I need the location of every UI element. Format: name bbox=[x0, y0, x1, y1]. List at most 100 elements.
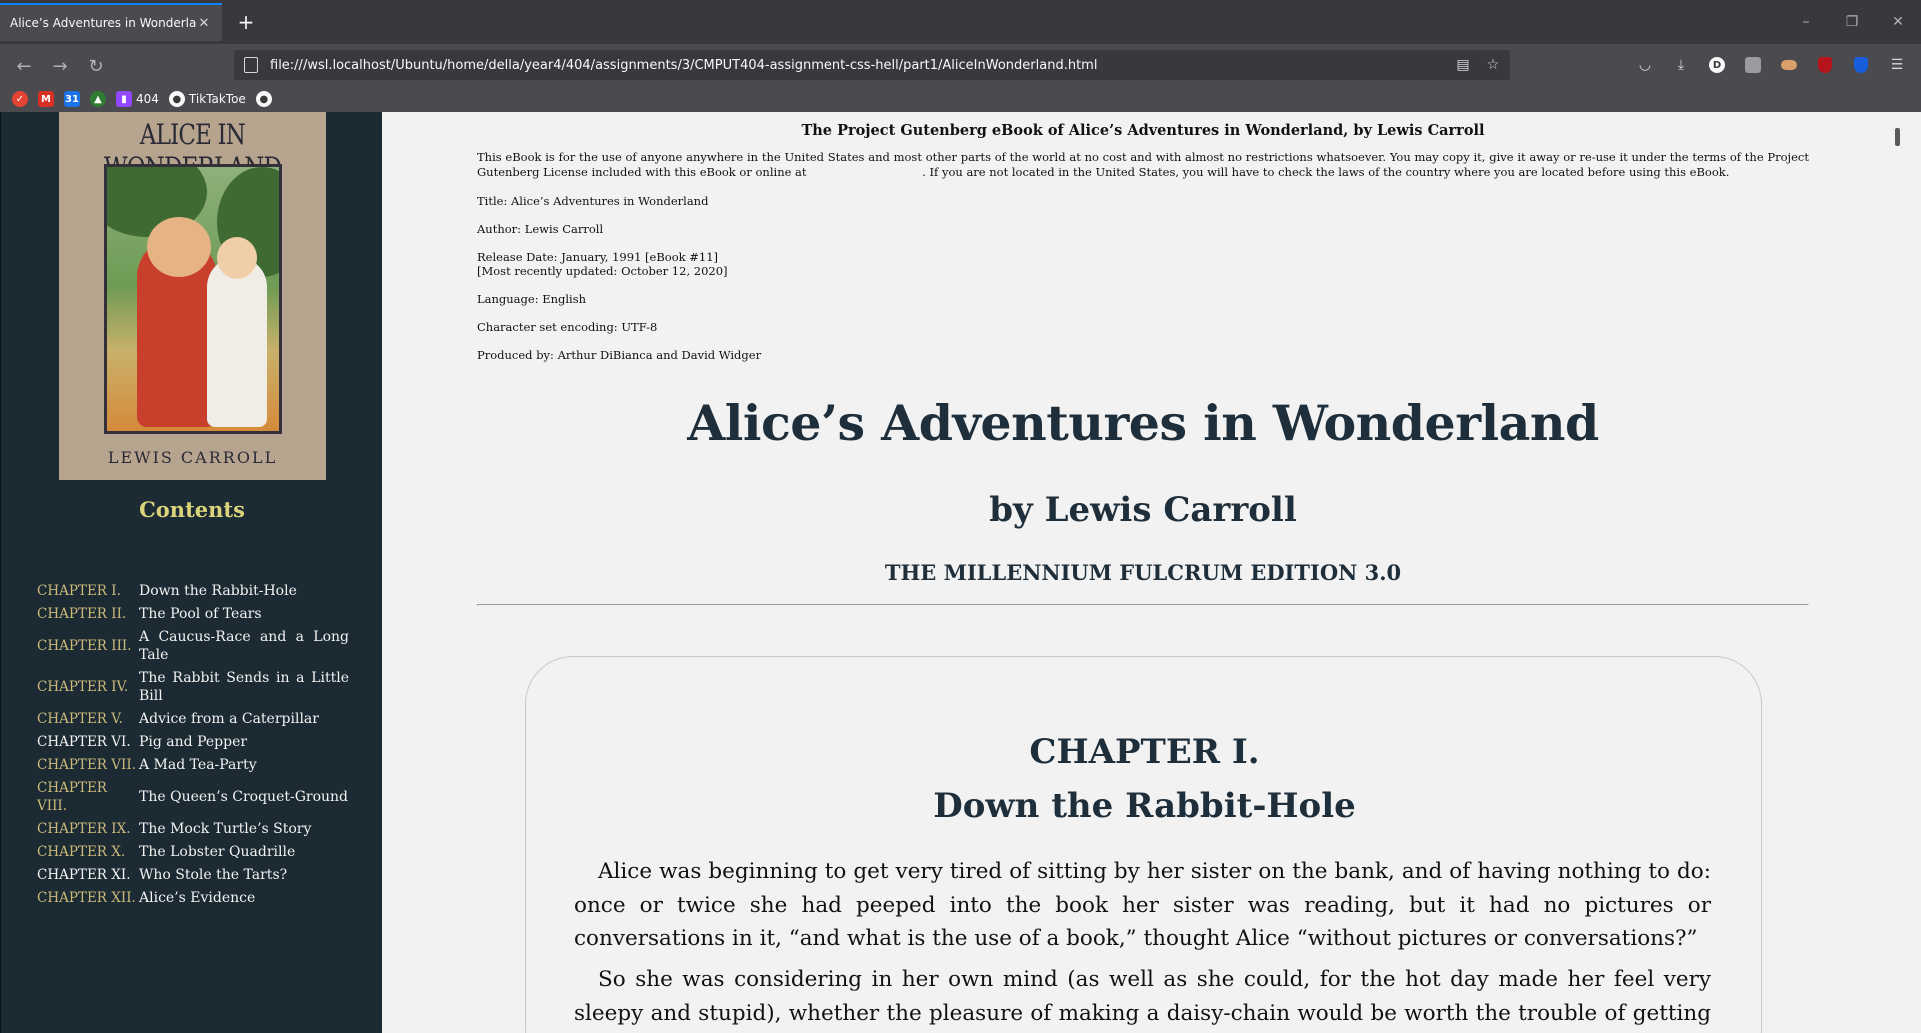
active-tab[interactable]: Alice’s Adventures in Wonderland ✕ bbox=[0, 3, 222, 41]
account-avatar-icon[interactable]: D bbox=[1704, 52, 1730, 78]
author-line: Author: Lewis Carroll bbox=[477, 222, 604, 236]
bookmark-label: 404 bbox=[136, 92, 159, 106]
divider bbox=[477, 604, 1809, 606]
tab-close-icon[interactable]: ✕ bbox=[196, 15, 212, 31]
toc-chapter-number[interactable]: CHAPTER XII. bbox=[37, 889, 139, 907]
bookmarks-toolbar: ✓ M 31 ▲ ▮ 404 ● TikTakToe ● bbox=[0, 86, 1921, 112]
address-bar[interactable]: file:///wsl.localhost/Ubuntu/home/della/… bbox=[234, 50, 1510, 80]
bookmark-gmail[interactable]: M bbox=[38, 89, 54, 109]
graduation-cap-icon: ▲ bbox=[90, 91, 106, 107]
ublock-origin-icon[interactable] bbox=[1812, 52, 1838, 78]
toc-chapter-name[interactable]: The Mock Turtle’s Story bbox=[139, 820, 349, 838]
forward-arrow-icon: → bbox=[52, 55, 68, 77]
toc-item[interactable]: CHAPTER XII. Alice’s Evidence bbox=[37, 889, 349, 907]
chapter-section: CHAPTER I. Down the Rabbit-Hole Alice wa… bbox=[525, 656, 1762, 1033]
tab-strip: Alice’s Adventures in Wonderland ✕ + – ❐… bbox=[0, 0, 1921, 44]
toc-chapter-name[interactable]: A Caucus-Race and a Long Tale bbox=[139, 628, 349, 664]
toc-item[interactable]: CHAPTER IV. The Rabbit Sends in a Little … bbox=[37, 669, 349, 705]
toc-item[interactable]: CHAPTER VI. Pig and Pepper bbox=[37, 733, 349, 751]
navigation-toolbar: ← → ↻ file:///wsl.localhost/Ubuntu/home/… bbox=[0, 44, 1921, 86]
reload-button[interactable]: ↻ bbox=[82, 52, 110, 80]
toc-chapter-name[interactable]: Advice from a Caterpillar bbox=[139, 710, 349, 728]
back-button[interactable]: ← bbox=[10, 52, 38, 80]
twitch-icon: ▮ bbox=[116, 91, 132, 107]
book-cover-image: ALICE IN WONDERLAND LEWIS CARROLL bbox=[59, 112, 326, 480]
toc-chapter-number[interactable]: CHAPTER VIII. bbox=[37, 779, 139, 815]
reader-view-icon[interactable]: ▤ bbox=[1450, 53, 1476, 77]
toc-chapter-name[interactable]: A Mad Tea-Party bbox=[139, 756, 349, 774]
bookmark-tiktaktoe[interactable]: ● TikTakToe bbox=[168, 89, 246, 109]
todoist-icon: ✓ bbox=[12, 91, 28, 107]
title-line: Title: Alice’s Adventures in Wonderland bbox=[477, 194, 709, 208]
pocket-icon[interactable]: ◡ bbox=[1632, 52, 1658, 78]
bookmark-calendar[interactable]: 31 bbox=[64, 89, 80, 109]
toc-chapter-number[interactable]: CHAPTER IV. bbox=[37, 678, 139, 696]
updated-line: [Most recently updated: October 12, 2020… bbox=[477, 264, 728, 278]
toc-chapter-number[interactable]: CHAPTER XI. bbox=[37, 866, 139, 884]
edition-heading: THE MILLENNIUM FULCRUM EDITION 3.0 bbox=[884, 560, 1402, 585]
toc-chapter-name[interactable]: The Rabbit Sends in a Little Bill bbox=[139, 669, 349, 705]
menu-hamburger-icon[interactable]: ☰ bbox=[1884, 52, 1910, 78]
close-window-button[interactable]: ✕ bbox=[1880, 8, 1916, 36]
toc-chapter-number[interactable]: CHAPTER VII. bbox=[37, 756, 139, 774]
reload-icon: ↻ bbox=[88, 55, 104, 77]
toc-chapter-name[interactable]: Who Stole the Tarts? bbox=[139, 866, 349, 884]
cover-illustration bbox=[104, 164, 282, 434]
forward-button[interactable]: → bbox=[46, 52, 74, 80]
gmail-icon: M bbox=[38, 91, 54, 107]
chapter-number: CHAPTER I. bbox=[1029, 732, 1260, 772]
toc-chapter-number[interactable]: CHAPTER II. bbox=[37, 605, 139, 623]
restore-button[interactable]: ❐ bbox=[1834, 8, 1870, 36]
sidebar: ALICE IN WONDERLAND LEWIS CARROLL Conten… bbox=[0, 112, 382, 1033]
minimize-button[interactable]: – bbox=[1788, 8, 1824, 36]
bitwarden-icon[interactable] bbox=[1848, 52, 1874, 78]
bookmark-404[interactable]: ▮ 404 bbox=[116, 89, 159, 109]
toc-chapter-name[interactable]: Pig and Pepper bbox=[139, 733, 349, 751]
toc-item[interactable]: CHAPTER II. The Pool of Tears bbox=[37, 605, 349, 623]
toc-chapter-number[interactable]: CHAPTER IX. bbox=[37, 820, 139, 838]
chapter-title: Down the Rabbit-Hole bbox=[933, 786, 1356, 826]
table-of-contents: CHAPTER I. Down the Rabbit-Hole CHAPTER II… bbox=[37, 582, 349, 912]
toc-chapter-number[interactable]: CHAPTER III. bbox=[37, 637, 139, 655]
toc-chapter-name[interactable]: The Pool of Tears bbox=[139, 605, 349, 623]
cover-author: LEWIS CARROLL bbox=[107, 448, 278, 467]
toc-item[interactable]: CHAPTER III. A Caucus-Race and a Long Tal… bbox=[37, 628, 349, 664]
bookmark-github[interactable]: ● bbox=[255, 89, 272, 109]
toc-chapter-number[interactable]: CHAPTER I. bbox=[37, 582, 139, 600]
alice-head bbox=[217, 237, 257, 279]
new-tab-button[interactable]: + bbox=[234, 10, 258, 34]
toc-item[interactable]: CHAPTER IX. The Mock Turtle’s Story bbox=[37, 820, 349, 838]
toc-item[interactable]: CHAPTER V. Advice from a Caterpillar bbox=[37, 710, 349, 728]
bookmark-star-icon[interactable]: ☆ bbox=[1480, 53, 1506, 77]
extension-owl-icon[interactable] bbox=[1776, 52, 1802, 78]
toc-chapter-number[interactable]: CHAPTER VI. bbox=[37, 733, 139, 751]
tab-title: Alice’s Adventures in Wonderland bbox=[10, 16, 196, 30]
toc-chapter-name[interactable]: The Lobster Quadrille bbox=[139, 843, 349, 861]
toc-chapter-name[interactable]: Down the Rabbit-Hole bbox=[139, 582, 349, 600]
alice-figure bbox=[207, 257, 267, 427]
url-text[interactable]: file:///wsl.localhost/Ubuntu/home/della/… bbox=[270, 58, 1450, 73]
contents-heading: Contents bbox=[139, 497, 245, 522]
bookmark-todoist[interactable]: ✓ bbox=[12, 89, 28, 109]
scrollbar-thumb[interactable] bbox=[1895, 128, 1900, 146]
downloads-icon[interactable]: ⤓ bbox=[1668, 52, 1694, 78]
toc-chapter-number[interactable]: CHAPTER X. bbox=[37, 843, 139, 861]
toc-item[interactable]: CHAPTER VIII. The Queen’s Croquet-Ground bbox=[37, 779, 349, 815]
ebook-header-title: The Project Gutenberg eBook of Alice’s A… bbox=[801, 122, 1485, 139]
extension-k-icon[interactable] bbox=[1740, 52, 1766, 78]
toc-chapter-name[interactable]: Alice’s Evidence bbox=[139, 889, 349, 907]
book-content: The Project Gutenberg eBook of Alice’s A… bbox=[382, 112, 1908, 1033]
book-title: Alice’s Adventures in Wonderland bbox=[687, 394, 1599, 452]
duchess-head bbox=[147, 217, 211, 277]
toc-chapter-name[interactable]: The Queen’s Croquet-Ground bbox=[139, 788, 349, 806]
toc-item[interactable]: CHAPTER XI. Who Stole the Tarts? bbox=[37, 866, 349, 884]
toc-item[interactable]: CHAPTER VII. A Mad Tea-Party bbox=[37, 756, 349, 774]
back-arrow-icon: ← bbox=[16, 55, 32, 77]
github-icon: ● bbox=[255, 91, 272, 107]
toc-item[interactable]: CHAPTER I. Down the Rabbit-Hole bbox=[37, 582, 349, 600]
bookmark-school[interactable]: ▲ bbox=[90, 89, 106, 109]
toc-item[interactable]: CHAPTER X. The Lobster Quadrille bbox=[37, 843, 349, 861]
toc-chapter-number[interactable]: CHAPTER V. bbox=[37, 710, 139, 728]
github-icon: ● bbox=[168, 91, 185, 107]
encoding-line: Character set encoding: UTF-8 bbox=[477, 320, 658, 334]
